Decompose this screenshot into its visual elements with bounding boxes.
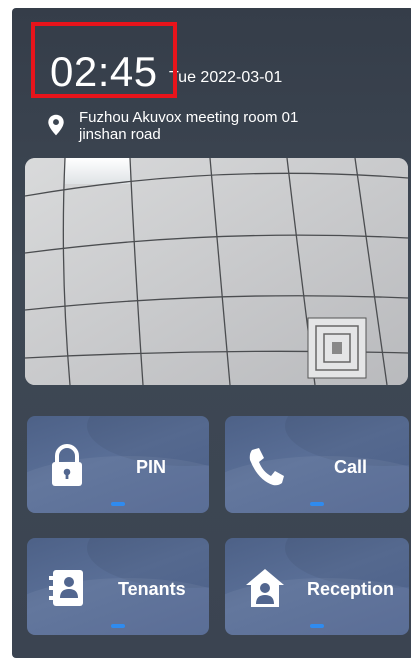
intercom-screen: 02:45 Tue 2022-03-01 Fuzhou Akuvox meeti… bbox=[12, 8, 411, 658]
lock-icon bbox=[52, 444, 82, 486]
reception-tile[interactable]: Reception bbox=[225, 538, 409, 635]
location-line-2: jinshan road bbox=[79, 126, 161, 143]
tenants-tile[interactable]: Tenants bbox=[27, 538, 209, 635]
reception-indicator bbox=[310, 624, 324, 628]
pin-tile[interactable]: PIN bbox=[27, 416, 209, 513]
pin-indicator bbox=[111, 502, 125, 506]
call-label: Call bbox=[334, 457, 368, 477]
camera-feed-image bbox=[25, 158, 408, 385]
camera-preview[interactable] bbox=[25, 158, 408, 385]
location-pin-icon bbox=[48, 114, 64, 136]
house-person-icon bbox=[246, 569, 284, 607]
date-text: Tue 2022-03-01 bbox=[169, 69, 283, 86]
phone-icon bbox=[249, 448, 284, 486]
call-indicator bbox=[310, 502, 324, 506]
pin-label: PIN bbox=[136, 457, 167, 477]
call-tile[interactable]: Call bbox=[225, 416, 409, 513]
contacts-book-icon bbox=[49, 570, 83, 606]
time-highlight-box bbox=[31, 22, 177, 98]
reception-label: Reception bbox=[307, 579, 395, 599]
location-info: Fuzhou Akuvox meeting room 01 jinshan ro… bbox=[47, 109, 298, 143]
ceiling-vent bbox=[307, 317, 367, 379]
tenants-label: Tenants bbox=[118, 579, 186, 599]
tenants-indicator bbox=[111, 624, 125, 628]
location-line-1: Fuzhou Akuvox meeting room 01 bbox=[79, 109, 299, 126]
